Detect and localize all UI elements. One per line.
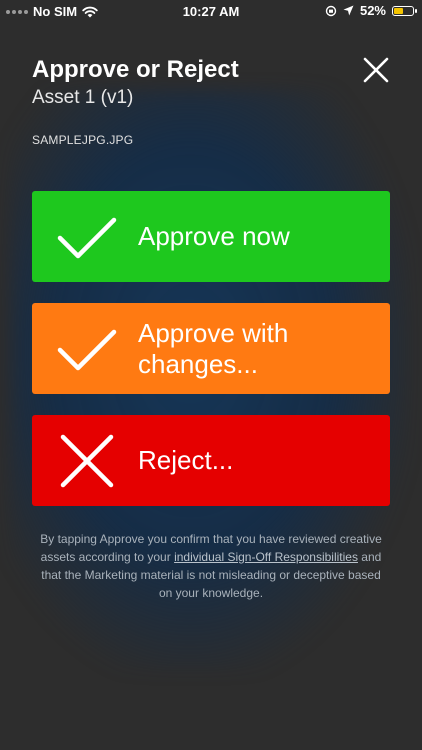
sign-off-responsibilities-link[interactable]: individual Sign-Off Responsibilities (174, 550, 358, 564)
battery-percent: 52% (359, 3, 386, 18)
checkmark-icon (57, 329, 117, 370)
asset-subtitle: Asset 1 (v1) (32, 87, 134, 108)
approve-now-label: Approve now (138, 221, 290, 251)
close-icon[interactable] (360, 54, 392, 86)
checkmark-icon (57, 217, 117, 258)
battery-icon (392, 5, 417, 16)
reject-button[interactable]: Reject... (32, 415, 390, 506)
location-arrow-icon (343, 5, 354, 16)
approval-disclaimer: By tapping Approve you confirm that you … (40, 530, 382, 602)
x-icon (60, 434, 114, 487)
approve-now-button[interactable]: Approve now (32, 191, 390, 282)
battery-fill (394, 7, 403, 14)
asset-filename: SAMPLEJPG.JPG (32, 133, 134, 147)
status-bar-right: 52% (325, 3, 417, 18)
dialog-title: Approve or Reject (32, 56, 239, 83)
status-bar: No SIM 10:27 AM 52% (0, 0, 422, 24)
approve-with-changes-label: Approve with changes... (138, 317, 289, 379)
orientation-lock-icon (325, 5, 337, 16)
reject-label: Reject... (138, 445, 234, 475)
approve-with-changes-button[interactable]: Approve with changes... (32, 303, 390, 394)
